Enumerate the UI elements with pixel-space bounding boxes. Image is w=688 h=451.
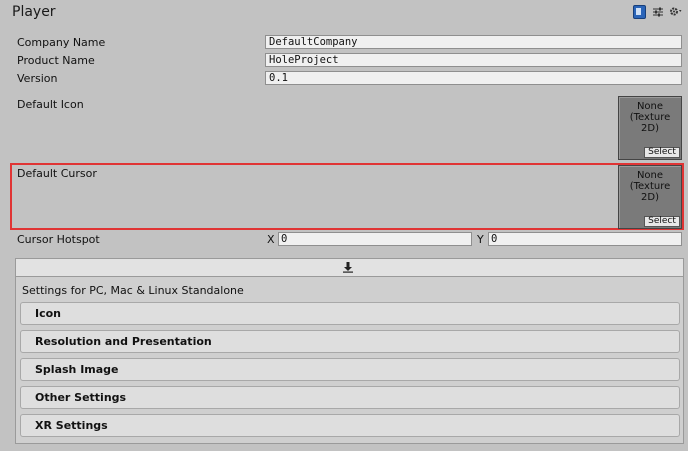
product-name-label: Product Name — [17, 54, 95, 67]
cursor-hotspot-label: Cursor Hotspot — [17, 233, 100, 246]
section-resolution-presentation[interactable]: Resolution and Presentation — [20, 330, 680, 353]
hotspot-x-label: X — [267, 233, 275, 246]
version-field[interactable]: 0.1 — [265, 71, 682, 85]
section-xr-settings[interactable]: XR Settings — [20, 414, 680, 437]
default-cursor-highlight — [10, 163, 684, 230]
default-cursor-texture-text: None (Texture 2D) — [629, 170, 671, 203]
window-title: Player — [12, 4, 56, 20]
help-book-icon[interactable] — [633, 4, 646, 19]
platform-tab-standalone[interactable] — [16, 259, 683, 277]
platform-settings-panel: Settings for PC, Mac & Linux Standalone … — [15, 258, 684, 444]
default-icon-select-button[interactable]: Select — [644, 147, 680, 158]
download-arrow-icon — [341, 261, 355, 273]
settings-for-label: Settings for PC, Mac & Linux Standalone — [22, 284, 244, 297]
product-name-field[interactable]: HoleProject — [265, 53, 682, 67]
company-name-field[interactable]: DefaultCompany — [265, 35, 682, 49]
settings-gear-icon[interactable] — [669, 5, 682, 18]
default-cursor-label: Default Cursor — [17, 167, 97, 180]
default-icon-label: Default Icon — [17, 98, 84, 111]
hotspot-y-label: Y — [477, 233, 484, 246]
hotspot-y-field[interactable]: 0 — [488, 232, 682, 246]
version-label: Version — [17, 72, 58, 85]
company-name-label: Company Name — [17, 36, 106, 49]
inspector-header: Player — [0, 0, 688, 26]
section-icon[interactable]: Icon — [20, 302, 680, 325]
default-cursor-select-button[interactable]: Select — [644, 216, 680, 227]
hotspot-x-field[interactable]: 0 — [278, 232, 472, 246]
default-icon-texture-text: None (Texture 2D) — [629, 101, 671, 134]
default-cursor-texture-slot[interactable]: None (Texture 2D) Select — [618, 165, 682, 229]
section-other-settings[interactable]: Other Settings — [20, 386, 680, 409]
preset-sliders-icon[interactable] — [651, 5, 664, 18]
default-icon-texture-slot[interactable]: None (Texture 2D) Select — [618, 96, 682, 160]
section-splash-image[interactable]: Splash Image — [20, 358, 680, 381]
header-icons — [633, 4, 682, 19]
